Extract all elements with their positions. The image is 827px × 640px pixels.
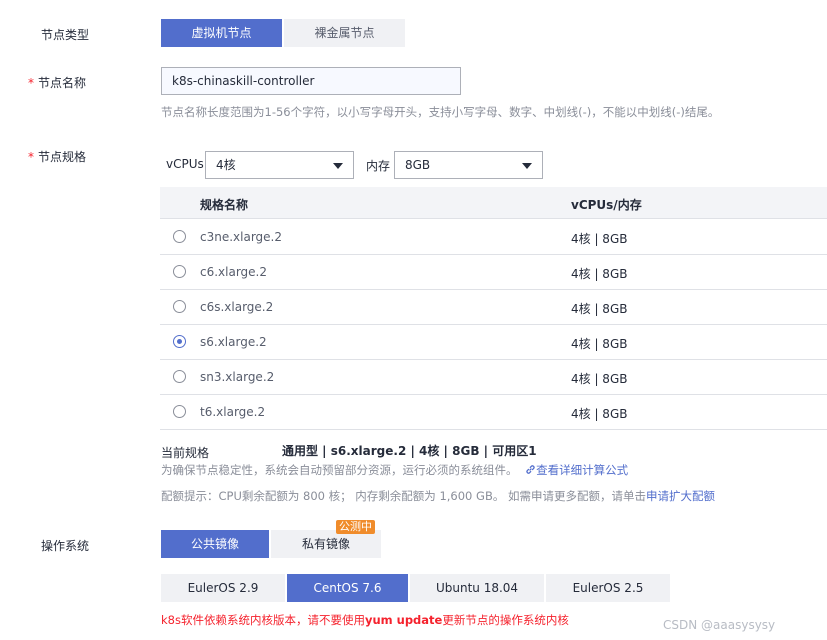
- column-header-vcpu-memory: vCPUs/内存: [571, 198, 642, 212]
- radio-button-checked[interactable]: [173, 335, 186, 348]
- kernel-warning: k8s软件依赖系统内核版本，请不要使用yum update更新节点的操作系统内核: [161, 612, 569, 628]
- node-name-label: 节点名称: [38, 76, 87, 90]
- spec-name: c6.xlarge.2: [200, 265, 268, 279]
- column-header-spec-name: 规格名称: [200, 198, 249, 212]
- os-version-euleros-2-5[interactable]: EulerOS 2.5: [546, 574, 670, 602]
- kernel-warning-prefix: k8s软件依赖系统内核版本，请不要使用: [161, 613, 365, 627]
- quota-note-row: 配额提示：CPU剩余配额为 800 核； 内存剩余配额为 1,600 GB。 如…: [161, 488, 715, 504]
- table-row[interactable]: c6s.xlarge.2 4核 | 8GB: [160, 290, 827, 325]
- current-spec-value: 通用型 | s6.xlarge.2 | 4核 | 8GB | 可用区1: [282, 444, 537, 458]
- reserve-note: 为确保节点稳定性，系统会自动预留部分资源，运行必须的系统组件。: [161, 463, 518, 477]
- quota-apply-link[interactable]: 申请扩大配额: [646, 489, 715, 503]
- spec-value: 4核 | 8GB: [571, 337, 628, 351]
- bare-metal-node-button[interactable]: 裸金属节点: [284, 19, 405, 47]
- chevron-down-icon: [333, 163, 343, 169]
- node-spec-label-row: * 节点规格: [28, 148, 86, 165]
- vm-node-button[interactable]: 虚拟机节点: [161, 19, 282, 47]
- radio-button[interactable]: [173, 300, 186, 313]
- radio-button[interactable]: [173, 405, 186, 418]
- public-image-tab[interactable]: 公共镜像: [161, 530, 269, 558]
- vcpu-select-value: 4核: [216, 158, 236, 172]
- os-version-ubuntu-18-04[interactable]: Ubuntu 18.04: [410, 574, 544, 602]
- radio-button[interactable]: [173, 230, 186, 243]
- os-version-centos-7-6[interactable]: CentOS 7.6: [287, 574, 408, 602]
- table-row[interactable]: c6.xlarge.2 4核 | 8GB: [160, 255, 827, 290]
- spec-value: 4核 | 8GB: [571, 407, 628, 421]
- memory-label: 内存: [366, 159, 391, 173]
- table-row[interactable]: t6.xlarge.2 4核 | 8GB: [160, 395, 827, 430]
- table-row[interactable]: sn3.xlarge.2 4核 | 8GB: [160, 360, 827, 395]
- chevron-down-icon: [522, 163, 532, 169]
- radio-button[interactable]: [173, 265, 186, 278]
- node-name-input[interactable]: k8s-chinaskill-controller: [161, 67, 461, 95]
- vcpu-label: vCPUs: [166, 157, 204, 171]
- current-spec-label: 当前规格: [161, 446, 210, 460]
- spec-table-header: 规格名称 vCPUs/内存: [160, 187, 827, 219]
- kernel-warning-suffix: 更新节点的操作系统内核: [442, 613, 569, 627]
- required-mark: *: [28, 76, 34, 90]
- memory-select[interactable]: 8GB: [394, 151, 543, 179]
- os-version-euleros-2-9[interactable]: EulerOS 2.9: [161, 574, 285, 602]
- table-row[interactable]: c3ne.xlarge.2 4核 | 8GB: [160, 220, 827, 255]
- link-icon: [526, 465, 535, 474]
- spec-value: 4核 | 8GB: [571, 267, 628, 281]
- spec-name: sn3.xlarge.2: [200, 370, 275, 384]
- spec-name: c6s.xlarge.2: [200, 300, 274, 314]
- node-name-hint: 节点名称长度范围为1-56个字符，以小写字母开头，支持小写字母、数字、中划线(-…: [161, 105, 720, 119]
- os-label: 操作系统: [41, 539, 90, 553]
- watermark: CSDN @aaasysysy: [663, 618, 776, 632]
- spec-value: 4核 | 8GB: [571, 372, 628, 386]
- formula-link[interactable]: 查看详细计算公式: [525, 463, 628, 477]
- kernel-warning-cmd: yum update: [364, 613, 443, 627]
- radio-button[interactable]: [173, 370, 186, 383]
- private-image-tab[interactable]: 私有镜像: [271, 530, 381, 558]
- memory-select-value: 8GB: [405, 158, 431, 172]
- node-type-label: 节点类型: [41, 28, 90, 42]
- spec-name: c3ne.xlarge.2: [200, 230, 282, 244]
- spec-name: t6.xlarge.2: [200, 405, 266, 419]
- required-mark: *: [28, 150, 34, 164]
- table-row-selected[interactable]: s6.xlarge.2 4核 | 8GB: [160, 325, 827, 360]
- formula-link-text[interactable]: 查看详细计算公式: [536, 463, 628, 477]
- spec-name: s6.xlarge.2: [200, 335, 267, 349]
- beta-badge: 公测中: [336, 520, 375, 534]
- quota-note: 配额提示：CPU剩余配额为 800 核； 内存剩余配额为 1,600 GB。 如…: [161, 489, 646, 503]
- node-name-label-row: * 节点名称: [28, 74, 86, 91]
- node-spec-label: 节点规格: [38, 150, 87, 164]
- reserve-note-row: 为确保节点稳定性，系统会自动预留部分资源，运行必须的系统组件。 查看详细计算公式: [161, 462, 628, 478]
- spec-value: 4核 | 8GB: [571, 302, 628, 316]
- spec-value: 4核 | 8GB: [571, 232, 628, 246]
- vcpu-select[interactable]: 4核: [205, 151, 354, 179]
